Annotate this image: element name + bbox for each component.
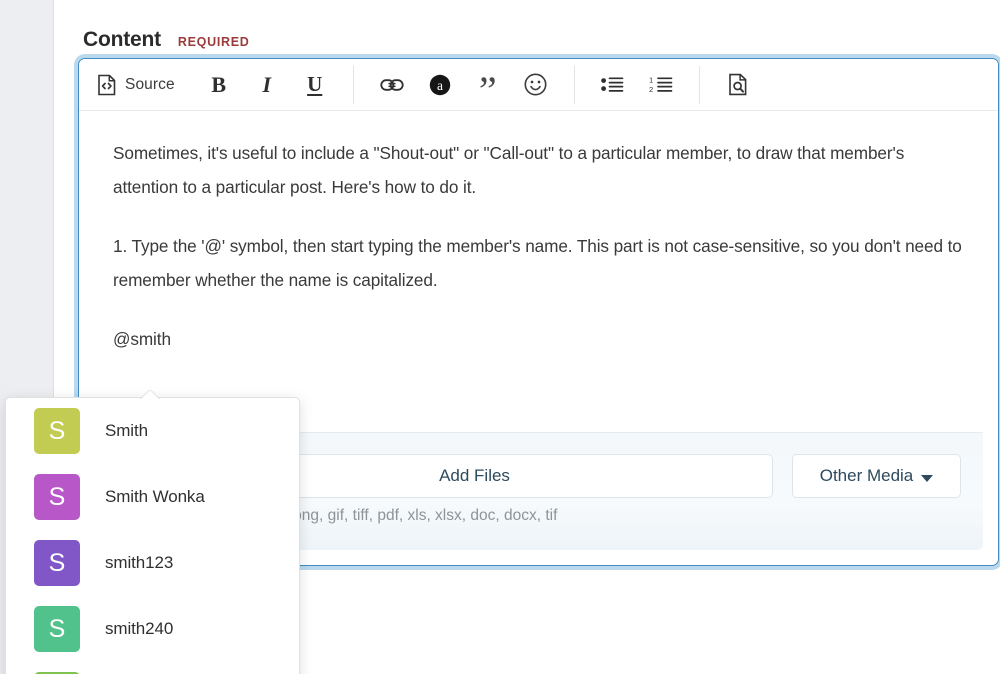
source-button[interactable]: Source [93,68,179,102]
bulleted-list-button[interactable] [596,68,630,102]
avatar: S [34,408,80,454]
mention-suggestion-item[interactable]: S Smith Wonka [6,464,299,530]
underline-button[interactable]: U [298,68,332,102]
mention-suggestion-name: smith123 [105,553,174,572]
mention-suggestion-name: Smith Wonka [105,487,205,506]
source-button-label: Source [125,75,175,93]
bulleted-list-icon [601,76,624,94]
mention-suggestion-name: smith240 [105,619,174,638]
numbered-list-icon: 1 2 [649,76,673,94]
editor-paragraph-1: Sometimes, it's useful to include a "Sho… [113,143,905,197]
mention-button[interactable]: a [423,68,457,102]
editor-toolbar: Source B I U a ” 1 2 [79,59,998,111]
italic-button[interactable]: I [250,68,284,102]
page-title: Content [83,28,161,51]
required-badge: REQUIRED [177,35,250,49]
content-field-header: Content REQUIRED [83,28,250,52]
mention-suggestion-item[interactable]: S [6,662,299,674]
mention-dropdown-caret [140,388,160,399]
mention-suggestion-name: Smith [105,421,148,440]
avatar: S [34,540,80,586]
avatar: S [34,474,80,520]
mention-suggestions-dropdown[interactable]: SSmithSSmith WonkaSsmith123Ssmith240S [5,397,300,674]
other-media-button[interactable]: Other Media [792,454,961,498]
other-media-label: Other Media [819,466,914,485]
editor-mention-text: @smith [113,329,171,349]
blockquote-button[interactable]: ” [471,68,505,110]
numbered-list-button[interactable]: 1 2 [644,68,678,102]
emoji-button[interactable] [519,68,553,102]
link-button[interactable] [375,68,409,102]
avatar: S [34,606,80,652]
svg-text:a: a [437,78,443,93]
mention-suggestion-item[interactable]: S Smith [6,398,299,464]
svg-text:2: 2 [649,85,653,94]
mention-at-icon: a [429,74,451,96]
link-icon [380,77,404,93]
mention-suggestion-item[interactable]: Ssmith123 [6,530,299,596]
editor-paragraph-2: 1. Type the '@' symbol, then start typin… [113,236,962,290]
code-file-icon [97,74,116,96]
toolbar-divider [573,65,575,104]
smiley-icon [524,73,547,96]
svg-text:1: 1 [649,76,653,84]
toolbar-divider [698,65,700,104]
bold-button[interactable]: B [202,68,236,102]
page-root: Content REQUIRED Source B I U a ” 1 2 So… [0,0,1000,674]
document-search-icon [728,73,748,96]
toolbar-divider [352,65,354,104]
chevron-down-icon [921,474,934,482]
preview-button[interactable] [721,68,755,102]
mention-suggestion-item[interactable]: Ssmith240 [6,596,299,662]
